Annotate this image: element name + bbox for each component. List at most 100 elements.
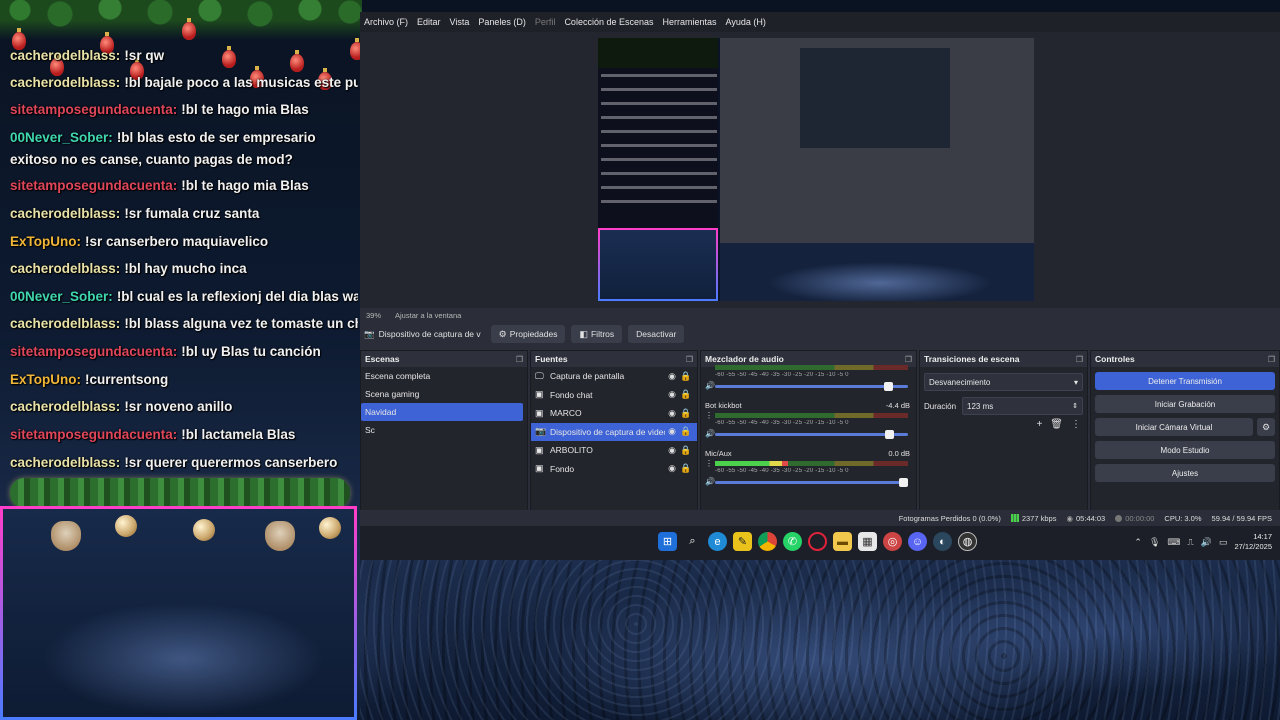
menu-bar: Archivo (F) Editar Vista Paneles (D) Perfil C… [360,12,1280,32]
lock-icon[interactable]: 🔒 [679,463,693,474]
visibility-eye-icon[interactable]: ◉ [665,445,679,456]
network-icon[interactable]: ⎍ [1187,537,1193,548]
sources-header: Fuentes ❐ [531,351,697,367]
scene-item[interactable]: Sc [361,421,527,439]
properties-button[interactable]: ⚙ Propiedades [490,325,566,343]
visibility-eye-icon[interactable]: ◉ [665,371,679,382]
channel-menu-icon[interactable]: ⋮ [705,411,713,420]
menu-item[interactable]: Vista [450,17,470,27]
volume-fader[interactable] [715,430,908,439]
menu-item[interactable]: Paneles (D) [478,17,526,27]
windows-icon[interactable]: ⊞ [658,532,677,551]
spin-arrows-icon[interactable]: ⇕ [1072,402,1078,410]
lock-icon[interactable]: 🔒 [679,445,693,456]
camera-icon: 📷 [535,426,547,437]
preview-webcam-frame [598,228,718,301]
chrome-icon[interactable] [758,532,777,551]
visibility-eye-icon[interactable]: ◉ [665,389,679,400]
program-preview[interactable] [598,38,1034,301]
undock-icon[interactable]: ❐ [1076,355,1083,364]
mixer-channel: Mic/Aux 0.0 dB -60 -55 -50 -45 -40 -35 -30… [701,445,916,493]
stop-streaming-button[interactable]: Detener Transmisión [1095,372,1275,390]
store-icon[interactable]: ▦ [858,532,877,551]
undock-icon[interactable]: ❐ [516,355,523,364]
transition-menu-button[interactable]: ⋮ [1071,419,1081,430]
transition-tools: + 🗑 ⋮ [920,419,1087,430]
sticky-icon[interactable]: ✎ [733,532,752,551]
lock-icon[interactable]: 🔒 [679,389,693,400]
volume-fader[interactable] [715,478,908,487]
speaker-icon[interactable]: 🔊 [705,429,715,438]
duration-spinbox[interactable]: 123 ms ⇕ [962,397,1083,415]
steam-icon[interactable]: ◐ [933,532,952,551]
obs-window: Archivo (F) Editar Vista Paneles (D) Perfil C… [360,12,1280,560]
app-icon[interactable]: ◎ [883,532,902,551]
source-item[interactable]: ▣ ARBOLITO ◉ 🔒 [531,441,697,460]
battery-icon[interactable]: ▭ [1219,537,1228,548]
opera-icon[interactable] [808,532,827,551]
lock-icon[interactable]: 🔒 [679,408,693,419]
fader-knob[interactable] [885,430,895,439]
start-virtual-camera-button[interactable]: Iniciar Cámara Virtual [1095,418,1253,436]
menu-item[interactable]: Herramientas [663,17,717,27]
visibility-eye-icon[interactable]: ◉ [665,426,679,437]
undock-icon[interactable]: ❐ [905,355,912,364]
speaker-icon[interactable]: 🔊 [705,477,715,486]
add-transition-button[interactable]: + [1036,419,1042,430]
studio-mode-button[interactable]: Modo Estudio [1095,441,1275,459]
search-icon[interactable]: ⌕ [683,532,702,551]
edge-icon[interactable]: e [708,532,727,551]
zoom-level[interactable]: 39% [366,311,381,320]
fader-knob[interactable] [899,478,908,487]
start-recording-button[interactable]: Iniciar Grabación [1095,395,1275,413]
volume-fader[interactable] [715,382,908,391]
whatsapp-icon[interactable]: ✆ [783,532,802,551]
settings-button[interactable]: Ajustes [1095,464,1275,482]
scene-item[interactable]: Navidad [361,403,523,421]
source-item[interactable]: 🖵 Captura de pantalla ◉ 🔒 [531,367,697,386]
chevron-up-icon[interactable]: ⌃ [1134,537,1142,548]
visibility-eye-icon[interactable]: ◉ [665,463,679,474]
preview-area[interactable] [360,32,1280,308]
keyboard-icon[interactable]: ⌨ [1167,537,1180,548]
taskbar-clock[interactable]: 14:17 27/12/2025 [1234,532,1272,552]
virtual-cam-row: Iniciar Cámara Virtual ⚙ [1095,418,1275,436]
menu-item[interactable]: Editar [417,17,441,27]
scene-item[interactable]: Escena completa [361,367,527,385]
volume-icon[interactable]: 🔊 [1201,537,1212,548]
menu-item[interactable]: Colección de Escenas [564,17,653,27]
channel-menu-icon[interactable]: ⋮ [705,459,713,468]
gear-icon: ⚙ [498,328,507,339]
obs-icon[interactable]: ◍ [958,532,977,551]
lock-icon[interactable]: 🔒 [679,426,693,437]
visibility-eye-icon[interactable]: ◉ [665,408,679,419]
fit-to-window-dropdown[interactable]: Ajustar a la ventana [395,311,461,320]
transition-select[interactable]: Desvanecimiento ▾ [924,373,1083,391]
menu-item[interactable]: Perfil [535,17,556,27]
ornament-ball-icon [115,515,137,537]
image-icon: ▣ [535,407,544,418]
virtual-camera-settings-gear-icon[interactable]: ⚙ [1257,418,1275,436]
microphone-icon[interactable]: 🎙 [1149,537,1160,548]
fader-knob[interactable] [883,382,893,391]
source-item[interactable]: ▣ Fondo ◉ 🔒 [531,460,697,479]
deactivate-button[interactable]: Desactivar [628,325,685,343]
discord-icon[interactable]: ☺ [908,532,927,551]
source-item[interactable]: 📷 Dispositivo de captura de video ◉ 🔒 [531,422,697,441]
filters-button[interactable]: ◧ Filtros [571,325,623,343]
speaker-icon[interactable]: 🔊 [705,381,715,390]
undock-icon[interactable]: ❐ [1268,355,1275,364]
lock-icon[interactable]: 🔒 [679,371,693,382]
chat-text: !sr canserbero maquiavelico [85,234,269,249]
folder-icon[interactable]: ▬ [833,532,852,551]
source-item[interactable]: ▣ MARCO ◉ 🔒 [531,404,697,423]
scene-item[interactable]: Scena gaming [361,385,527,403]
undock-icon[interactable]: ❐ [686,355,693,364]
menu-item[interactable]: Archivo (F) [364,17,408,27]
source-item[interactable]: ▣ Fondo chat ◉ 🔒 [531,386,697,405]
remove-transition-button[interactable]: 🗑 [1050,419,1063,430]
menu-item[interactable]: Ayuda (H) [726,17,766,27]
windows-taskbar: ⊞ ⌕ e ✎ ✆ ▬ ▦ ◎ ☺ ◐ ◍ ⌃ 🎙 ⌨ ⎍ 🔊 ▭ 14:17 … [360,526,1280,560]
preview-toolbar: 39% Ajustar a la ventana [360,308,1280,322]
source-name: MARCO [550,408,582,419]
